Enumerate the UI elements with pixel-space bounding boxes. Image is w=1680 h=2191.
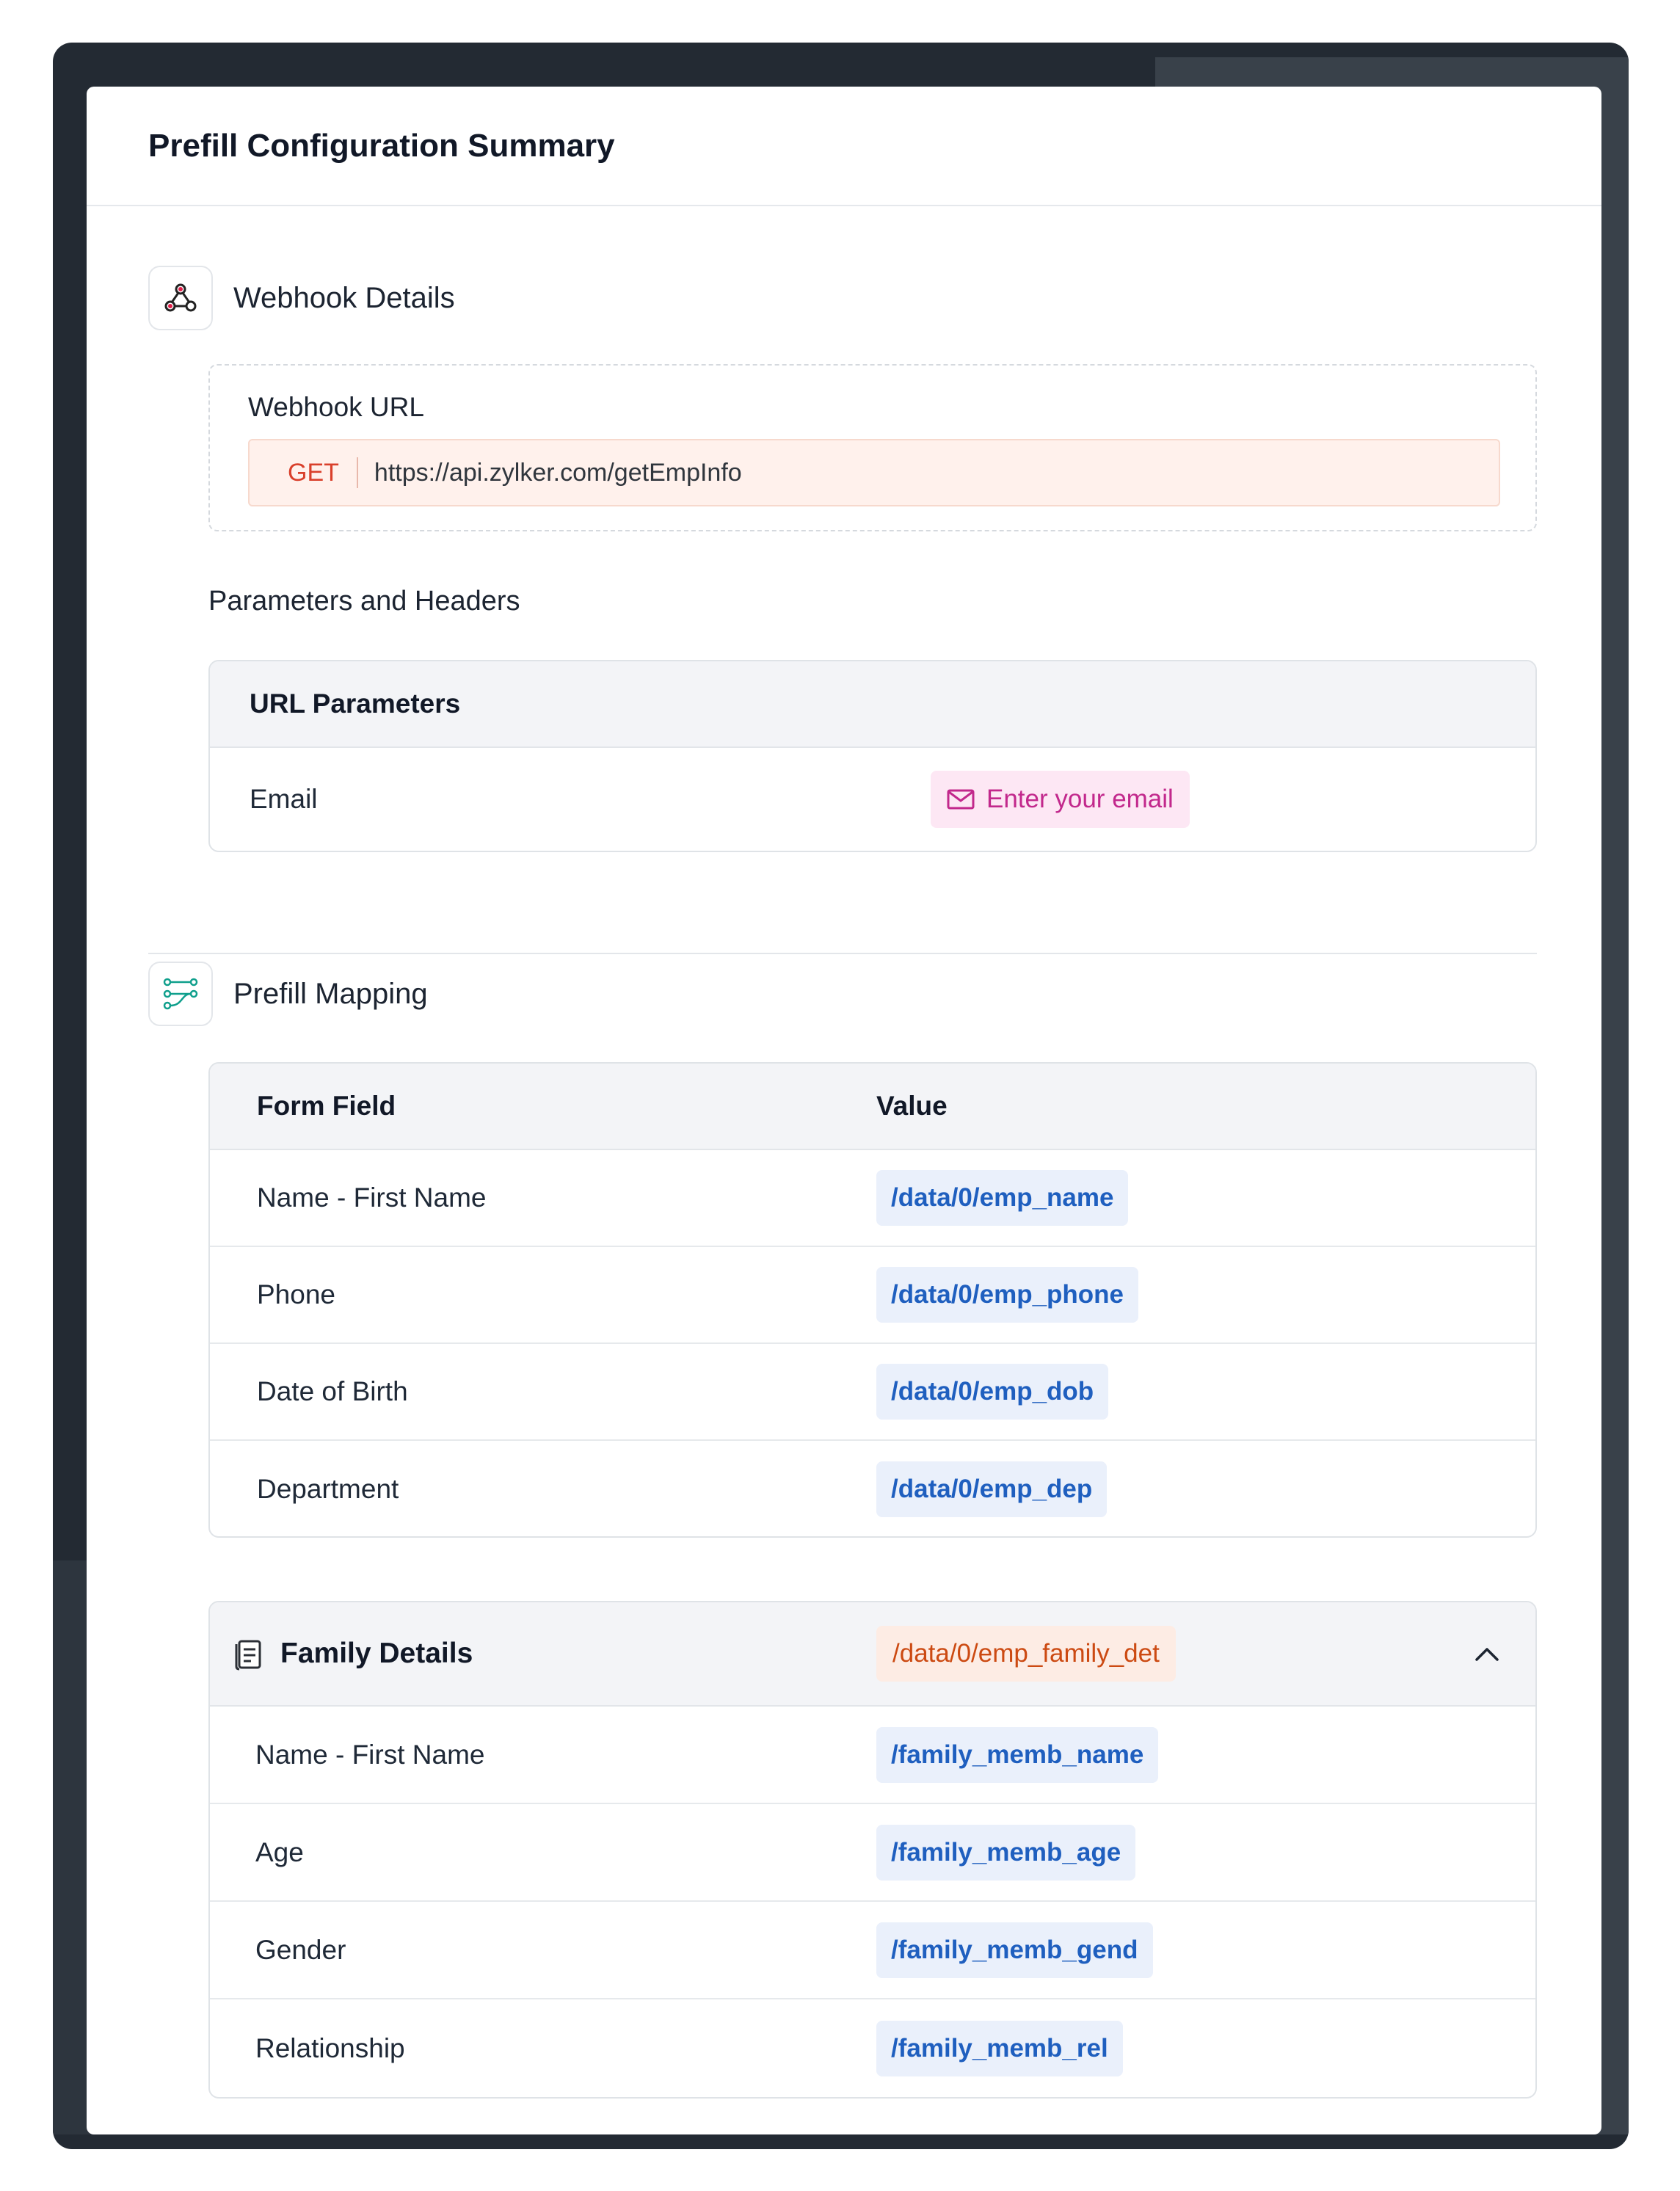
mapping-section-header: Prefill Mapping bbox=[148, 962, 428, 1026]
table-row: Date of Birth /data/0/emp_dob bbox=[210, 1344, 1535, 1441]
url-parameters-header: URL Parameters bbox=[210, 661, 1535, 748]
device-frame: Prefill Configuration Summary Webhook De… bbox=[53, 43, 1629, 2149]
value-chip[interactable]: /data/0/emp_phone bbox=[876, 1267, 1139, 1323]
form-field-name: Name - First Name bbox=[257, 1182, 487, 1213]
chevron-up-icon[interactable] bbox=[1474, 1645, 1500, 1663]
table-row: Name - First Name /data/0/emp_name bbox=[210, 1150, 1535, 1247]
family-details-header[interactable]: Family Details /data/0/emp_family_det bbox=[210, 1602, 1535, 1707]
table-row: Phone /data/0/emp_phone bbox=[210, 1247, 1535, 1344]
table-row: Name - First Name /family_memb_name bbox=[210, 1707, 1535, 1804]
param-value-text: Enter your email bbox=[986, 785, 1174, 813]
url-parameters-card: URL Parameters Email Enter your email bbox=[208, 660, 1537, 852]
form-field-name: Date of Birth bbox=[257, 1376, 408, 1406]
family-details-table: Family Details /data/0/emp_family_det Na… bbox=[208, 1601, 1537, 2099]
form-field-name: Age bbox=[255, 1836, 304, 1867]
form-field-name: Gender bbox=[255, 1934, 346, 1965]
table-row: Age /family_memb_age bbox=[210, 1804, 1535, 1902]
table-row: Gender /family_memb_gend bbox=[210, 1902, 1535, 1999]
form-field-name: Department bbox=[257, 1474, 399, 1504]
family-path-chip[interactable]: /data/0/emp_family_det bbox=[876, 1626, 1176, 1682]
webhook-section-title: Webhook Details bbox=[233, 281, 455, 314]
value-chip[interactable]: /family_memb_gend bbox=[876, 1922, 1153, 1978]
value-chip[interactable]: /data/0/emp_name bbox=[876, 1170, 1129, 1226]
document-icon bbox=[235, 1640, 261, 1671]
mail-icon bbox=[947, 789, 975, 810]
param-value-chip[interactable]: Enter your email bbox=[931, 771, 1190, 828]
summary-modal: Prefill Configuration Summary Webhook De… bbox=[87, 87, 1601, 2134]
params-headers-title: Parameters and Headers bbox=[208, 586, 520, 617]
value-chip[interactable]: /family_memb_name bbox=[876, 1726, 1159, 1783]
webhook-url-label: Webhook URL bbox=[248, 392, 424, 422]
url-separator bbox=[356, 457, 358, 488]
mapping-table: Form Field Value Name - First Name /data… bbox=[208, 1062, 1537, 1538]
http-method: GET bbox=[288, 458, 339, 487]
mapping-section-title: Prefill Mapping bbox=[233, 977, 428, 1010]
family-details-title: Family Details bbox=[280, 1638, 473, 1669]
form-field-name: Name - First Name bbox=[255, 1739, 485, 1770]
webhook-url-text: https://api.zylker.com/getEmpInfo bbox=[374, 458, 742, 487]
table-row: Relationship /family_memb_rel bbox=[210, 1999, 1535, 2097]
section-divider bbox=[148, 953, 1537, 954]
form-field-name: Phone bbox=[257, 1279, 335, 1309]
column-header-form-field: Form Field bbox=[257, 1091, 396, 1121]
table-row: Department /data/0/emp_dep bbox=[210, 1441, 1535, 1536]
value-chip[interactable]: /data/0/emp_dob bbox=[876, 1364, 1109, 1420]
url-parameters-title: URL Parameters bbox=[250, 688, 461, 719]
modal-header: Prefill Configuration Summary bbox=[87, 87, 1601, 206]
param-row: Email Enter your email bbox=[210, 748, 1535, 851]
modal-title: Prefill Configuration Summary bbox=[148, 127, 615, 164]
param-name: Email bbox=[250, 784, 318, 814]
webhook-icon bbox=[148, 266, 213, 330]
value-chip[interactable]: /family_memb_rel bbox=[876, 2020, 1123, 2076]
form-field-name: Relationship bbox=[255, 2032, 405, 2063]
mapping-table-header: Form Field Value bbox=[210, 1064, 1535, 1150]
webhook-url-field[interactable]: GET https://api.zylker.com/getEmpInfo bbox=[248, 439, 1500, 506]
webhook-section-header: Webhook Details bbox=[148, 266, 455, 330]
value-chip[interactable]: /data/0/emp_dep bbox=[876, 1461, 1108, 1517]
column-header-value: Value bbox=[876, 1091, 948, 1121]
webhook-url-box: Webhook URL GET https://api.zylker.com/g… bbox=[208, 364, 1537, 531]
value-chip[interactable]: /family_memb_age bbox=[876, 1824, 1136, 1881]
mapping-icon bbox=[148, 962, 213, 1026]
